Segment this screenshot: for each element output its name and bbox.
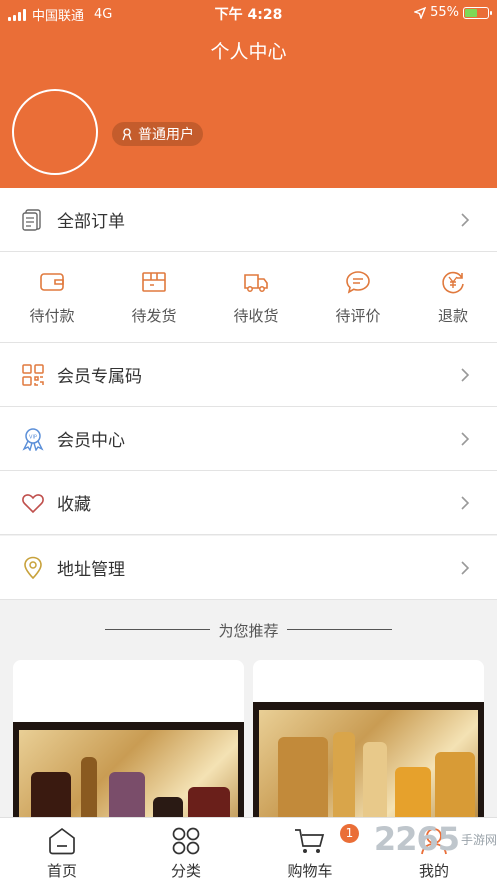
favorites-row[interactable]: 收藏: [0, 471, 497, 535]
product-image: [253, 702, 484, 822]
status-pending-receipt[interactable]: 待收货: [206, 252, 306, 343]
member-code-row[interactable]: 会员专属码: [0, 343, 497, 407]
all-orders-label: 全部订单: [57, 212, 125, 232]
truck-icon: [244, 274, 268, 292]
chevron-right-icon: [461, 212, 470, 227]
avatar[interactable]: [12, 89, 98, 175]
page-title: 个人中心: [210, 41, 287, 63]
category-icon: [172, 827, 200, 855]
comment-icon: [346, 271, 370, 294]
status-label: 退款: [437, 307, 468, 325]
user-type-label: 普通用户: [138, 127, 194, 143]
favorites-label: 收藏: [57, 495, 91, 515]
location-icon: [414, 6, 427, 19]
product-card[interactable]: [13, 660, 244, 835]
status-pending-payment[interactable]: 待付款: [2, 252, 102, 343]
watermark-number: 2265: [373, 820, 460, 858]
chevron-right-icon: [461, 560, 470, 575]
tab-label: 我的: [418, 862, 449, 880]
chevron-right-icon: [461, 495, 470, 510]
status-refund[interactable]: 退款: [403, 252, 497, 343]
tab-home[interactable]: 首页: [0, 818, 124, 883]
address-row[interactable]: 地址管理: [0, 536, 497, 600]
battery-percent: 55%: [430, 5, 459, 20]
tab-category[interactable]: 分类: [124, 818, 248, 883]
tab-label: 分类: [170, 862, 201, 880]
user-type-badge: 普通用户: [112, 122, 203, 146]
member-code-label: 会员专属码: [57, 367, 142, 387]
qrcode-icon: [22, 363, 44, 386]
package-icon: [142, 272, 166, 292]
order-status-bar: 待付款 待发货 待收货 待评价 退款: [0, 252, 497, 343]
cart-badge: 1: [340, 824, 359, 843]
tab-label: 首页: [46, 862, 77, 880]
user-badge-icon: [122, 128, 132, 141]
divider-line: [287, 629, 392, 630]
all-orders-row[interactable]: 全部订单: [0, 188, 497, 252]
vip-badge-icon: VIP: [22, 427, 44, 451]
status-bar: 中国联通 4G 下午 4:28 55%: [0, 0, 497, 26]
svg-text:VIP: VIP: [29, 434, 37, 440]
status-label: 待发货: [131, 307, 177, 325]
orders-icon: [22, 208, 41, 231]
recommend-title: 为您推荐: [218, 622, 279, 640]
status-label: 待付款: [29, 307, 75, 325]
status-pending-review[interactable]: 待评价: [308, 252, 408, 343]
chevron-right-icon: [461, 431, 470, 446]
refund-icon: [442, 271, 464, 294]
battery-icon: [463, 6, 492, 19]
battery-fill: [465, 8, 478, 17]
watermark-text: 手游网: [460, 832, 497, 847]
tab-label: 购物车: [287, 862, 333, 880]
address-label: 地址管理: [57, 560, 125, 580]
chevron-right-icon: [461, 367, 470, 382]
profile-header: 个人中心 普通用户: [0, 26, 497, 188]
product-card[interactable]: [253, 660, 484, 835]
member-center-row[interactable]: VIP 会员中心: [0, 407, 497, 471]
status-label: 待评价: [335, 307, 381, 325]
member-center-label: 会员中心: [57, 431, 125, 451]
status-label: 待收货: [233, 307, 279, 325]
home-icon: [49, 827, 75, 855]
location-pin-icon: [24, 556, 42, 579]
heart-icon: [22, 493, 44, 513]
cart-icon: [295, 829, 325, 853]
watermark-logo: 2265 手游网: [373, 820, 497, 858]
wallet-icon: [40, 273, 64, 291]
status-pending-shipment[interactable]: 待发货: [104, 252, 204, 343]
